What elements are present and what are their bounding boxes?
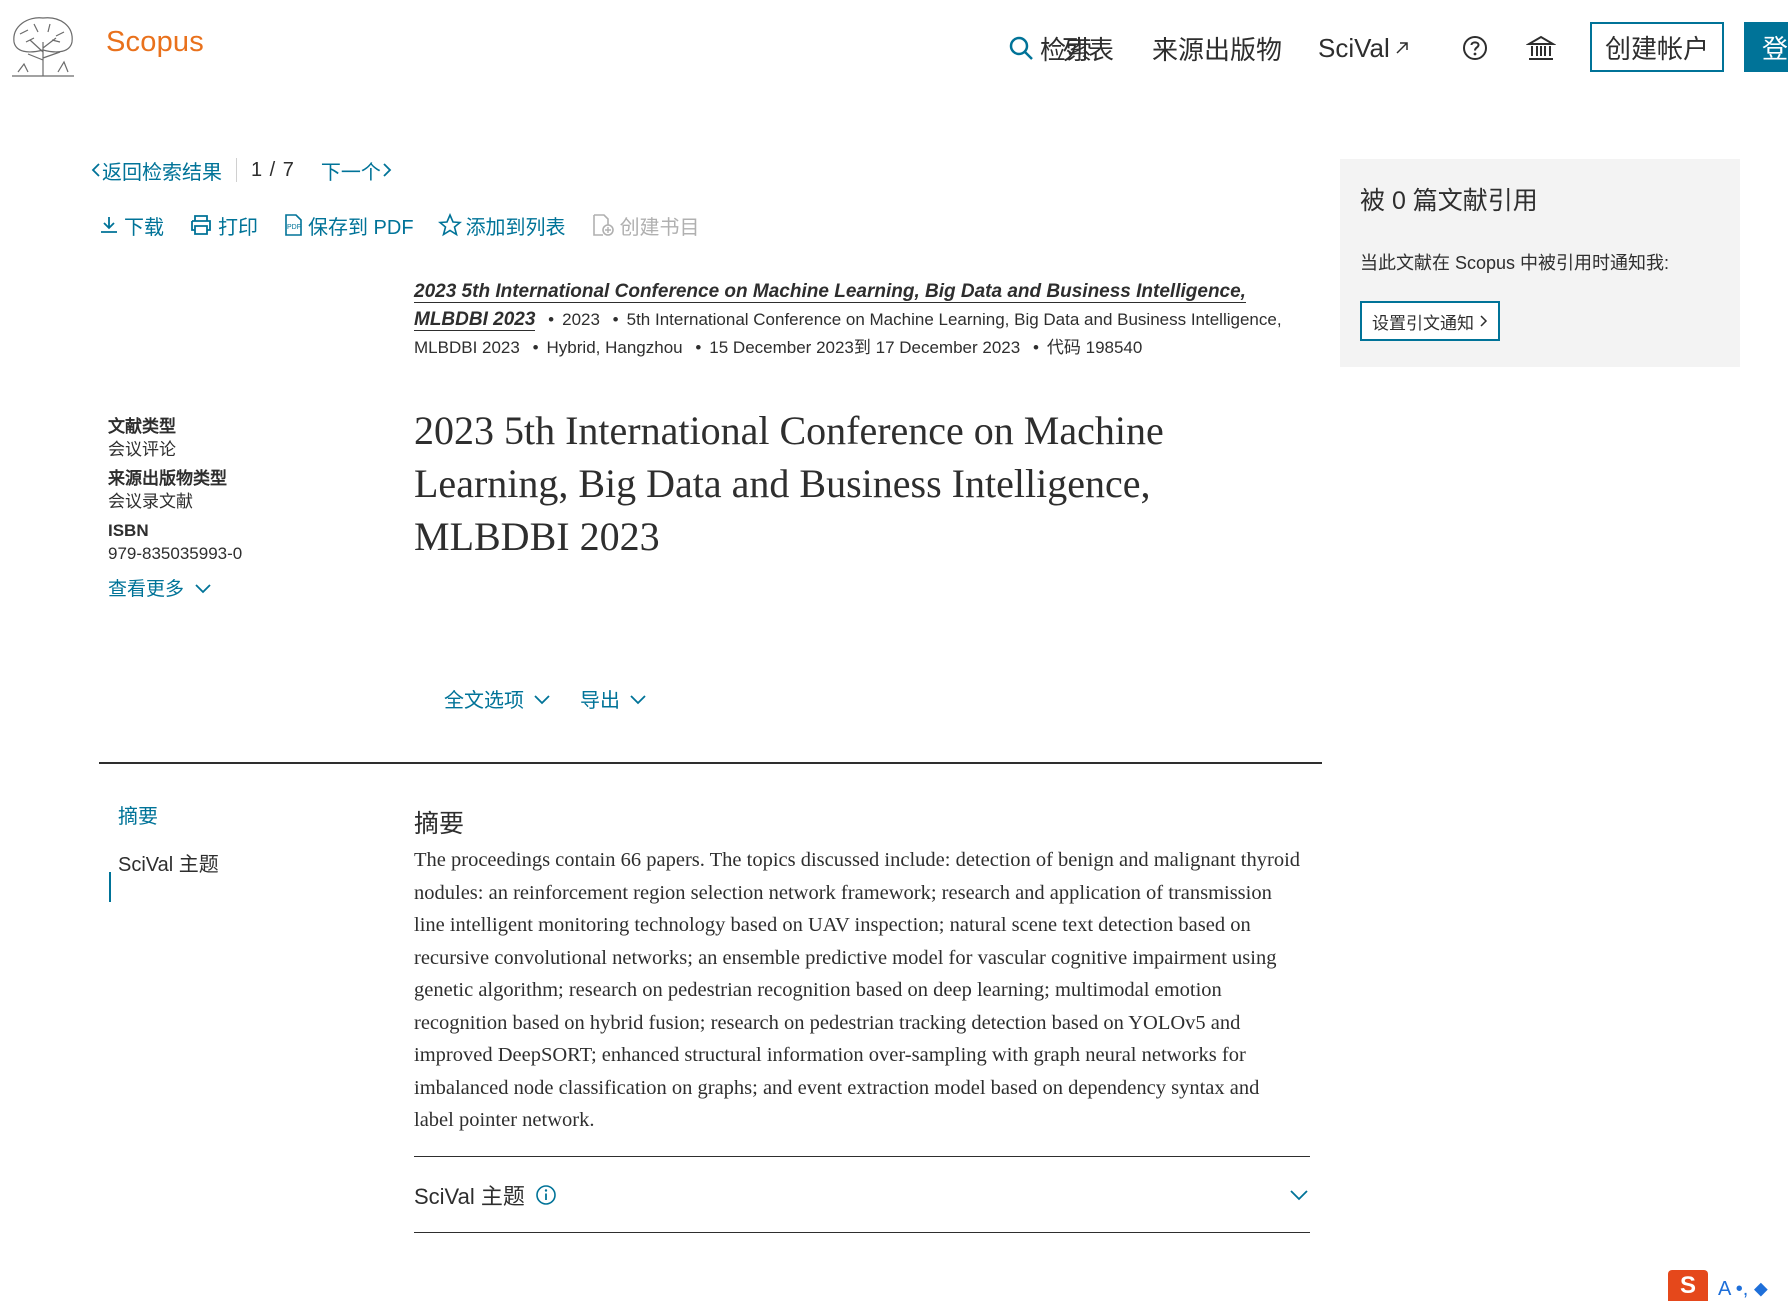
document-toolbar: 下载 打印 PDF 保存到 PDF 添加到列表 创建书目 — [98, 210, 724, 240]
bullet-separator: • — [548, 310, 555, 329]
save-pdf-label: 保存到 PDF — [308, 216, 414, 239]
bullet-separator: • — [532, 338, 539, 357]
scival-topics-section[interactable]: SciVal 主题 — [414, 1156, 1310, 1233]
help-button[interactable] — [1462, 28, 1488, 68]
chevron-right-icon — [1480, 315, 1488, 327]
back-to-results-label: 返回检索结果 — [102, 161, 222, 184]
sogou-ime-icon[interactable]: S — [1668, 1270, 1708, 1301]
breadcrumb: 返回检索结果 1 / 7 下一个 — [90, 156, 393, 184]
document-metadata: 文献类型 会议评论 来源出版物类型 会议录文献 ISBN 979-8350359… — [108, 416, 388, 601]
nav-lists[interactable]: 列表 — [1062, 28, 1114, 68]
nav-scival-label: SciVal — [1318, 32, 1390, 63]
star-icon — [437, 213, 462, 237]
source-year: 2023 — [562, 310, 600, 329]
isbn-label: ISBN — [108, 521, 149, 540]
svg-text:PDF: PDF — [287, 224, 301, 231]
help-icon — [1462, 35, 1488, 61]
chevron-down-icon — [630, 694, 646, 704]
section-nav-scival-topics[interactable]: SciVal 主题 — [108, 850, 368, 898]
bullet-separator: • — [1032, 338, 1039, 357]
add-to-list-button[interactable]: 添加到列表 — [437, 211, 566, 240]
chevron-down-icon — [534, 694, 550, 704]
top-header: Scopus 检索 列表 来源出版物 SciVal 创建帐户 登 — [0, 0, 1788, 92]
nav-scival[interactable]: SciVal — [1318, 28, 1410, 68]
save-pdf-button[interactable]: PDF 保存到 PDF — [282, 211, 414, 240]
source-location: Hybrid, Hangzhou — [546, 338, 683, 357]
create-bibliography-label: 创建书目 — [619, 216, 700, 239]
document-title: 2023 5th International Conference on Mac… — [414, 408, 1164, 559]
info-icon[interactable] — [535, 1184, 557, 1206]
institution-icon — [1526, 33, 1556, 63]
cited-by-heading: 被 0 篇文献引用 — [1360, 187, 1538, 215]
source-info: 2023 5th International Conference on Mac… — [414, 278, 1314, 362]
chevron-left-icon — [91, 163, 100, 177]
document-actions: 全文选项 导出 — [444, 684, 676, 713]
citation-alert-text: 当此文献在 Scopus 中被引用时通知我: — [1360, 253, 1670, 273]
set-citation-alert-button[interactable]: 设置引文通知 — [1360, 301, 1500, 341]
export-label: 导出 — [580, 690, 620, 712]
fulltext-options-label: 全文选项 — [444, 690, 524, 712]
search-icon — [1008, 35, 1034, 61]
bullet-separator: • — [695, 338, 702, 357]
chevron-down-icon[interactable] — [1288, 1188, 1310, 1202]
login-button[interactable]: 登 — [1744, 22, 1788, 72]
nav-sources-label: 来源出版物 — [1152, 34, 1283, 65]
back-to-results-link[interactable]: 返回检索结果 — [90, 156, 222, 185]
print-button[interactable]: 打印 — [188, 211, 258, 240]
abstract-text: The proceedings contain 66 papers. The t… — [414, 849, 1301, 1131]
abstract-heading: 摘要 — [414, 810, 465, 838]
print-icon — [191, 215, 211, 235]
section-divider — [99, 762, 1322, 764]
section-nav-indicator — [109, 872, 111, 902]
fulltext-options-button[interactable]: 全文选项 — [444, 684, 552, 713]
section-nav-abstract[interactable]: 摘要 — [108, 802, 368, 850]
isbn-value: 979-835035993-0 — [108, 544, 243, 563]
next-result-link[interactable]: 下一个 — [321, 156, 393, 185]
ime-status-text: A •, ⬥ — [1718, 1278, 1768, 1300]
chevron-down-icon — [195, 583, 211, 593]
source-dates: 15 December 2023到 17 December 2023 — [709, 338, 1021, 357]
source-code: 代码 198540 — [1046, 338, 1143, 357]
breadcrumb-separator — [236, 158, 237, 182]
nav-lists-label: 列表 — [1062, 34, 1115, 65]
nav-sources[interactable]: 来源出版物 — [1152, 28, 1282, 68]
show-more-label: 查看更多 — [108, 579, 185, 600]
export-button[interactable]: 导出 — [580, 684, 648, 713]
bibliography-icon — [592, 214, 614, 236]
download-icon — [101, 217, 117, 233]
next-result-label: 下一个 — [320, 161, 381, 184]
main-nav: 检索 列表 来源出版物 SciVal — [0, 28, 1788, 68]
result-pager: 1 / 7 — [251, 158, 295, 181]
set-citation-alert-label: 设置引文通知 — [1372, 313, 1474, 333]
source-type-label: 来源出版物类型 — [108, 469, 227, 488]
scival-topics-title: SciVal 主题 — [414, 1179, 557, 1211]
print-label: 打印 — [218, 216, 258, 239]
external-link-icon — [1394, 40, 1410, 56]
create-account-button[interactable]: 创建帐户 — [1590, 22, 1724, 72]
download-button[interactable]: 下载 — [98, 211, 164, 240]
doc-type-value: 会议评论 — [108, 440, 176, 459]
scival-topics-label: SciVal 主题 — [414, 1183, 525, 1209]
ime-toolbar[interactable]: S A •, ⬥ — [1668, 1270, 1788, 1301]
cited-by-panel: 被 0 篇文献引用 当此文献在 Scopus 中被引用时通知我: 设置引文通知 — [1340, 159, 1740, 367]
section-nav: 摘要 SciVal 主题 — [108, 802, 368, 902]
download-label: 下载 — [124, 216, 164, 239]
create-bibliography-button[interactable]: 创建书目 — [590, 211, 700, 240]
bullet-separator: • — [612, 310, 619, 329]
institution-button[interactable] — [1526, 28, 1556, 68]
add-to-list-label: 添加到列表 — [465, 216, 566, 239]
chevron-right-icon — [383, 163, 392, 177]
show-more-link[interactable]: 查看更多 — [108, 574, 388, 601]
pdf-icon: PDF — [285, 214, 302, 236]
source-type-value: 会议录文献 — [108, 492, 193, 511]
doc-type-label: 文献类型 — [108, 417, 176, 436]
